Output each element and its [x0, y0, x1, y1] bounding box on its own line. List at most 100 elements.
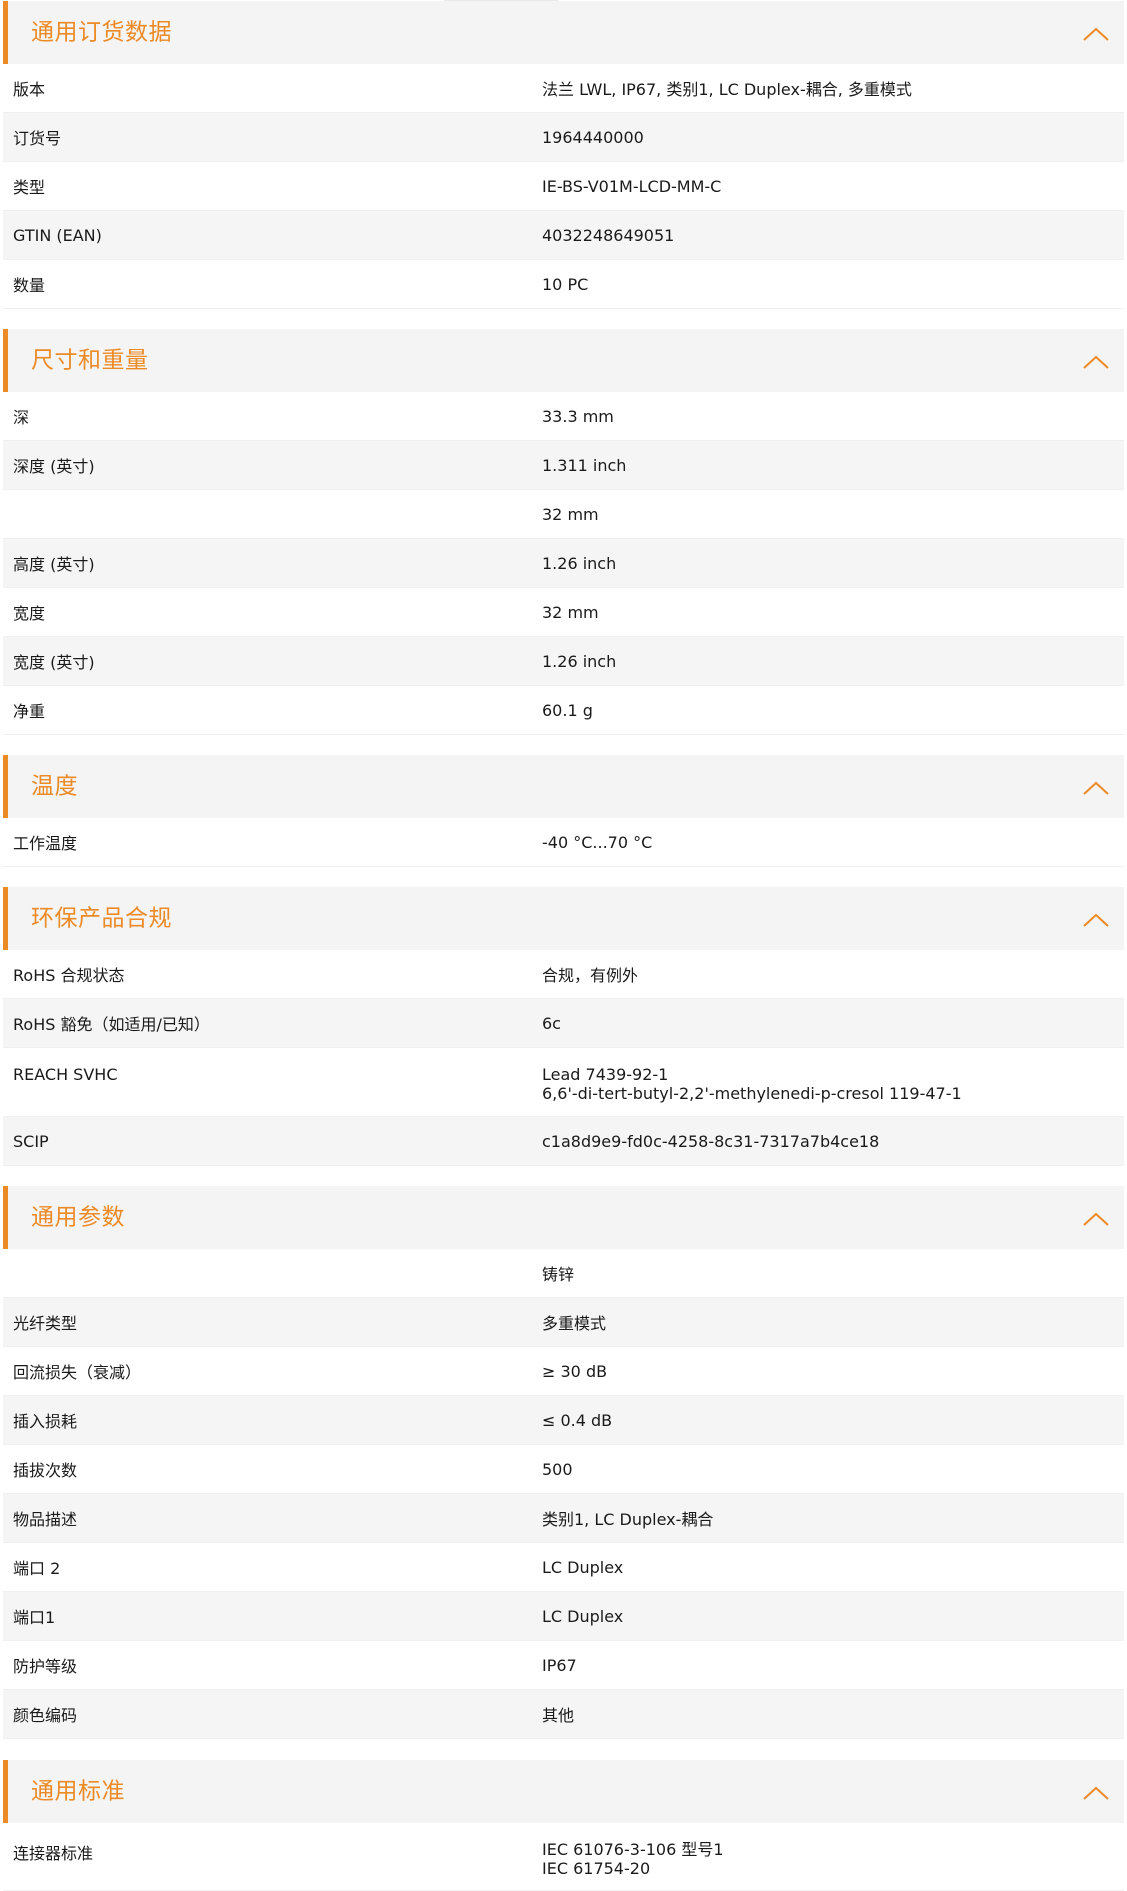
spec-row: 物品描述 类别1, LC Duplex-耦合	[3, 1494, 1124, 1543]
section-title: 环保产品合规	[31, 905, 172, 931]
spec-value: LC Duplex	[542, 1607, 1124, 1626]
spec-section: 尺寸和重量深 33.3 mm 深度 (英寸) 1.311 inch 32 mm 高度 (英…	[3, 329, 1124, 735]
chevron-up-icon[interactable]	[1082, 780, 1110, 798]
spec-value-line: 法兰 LWL, IP67, 类别1, LC Duplex-耦合, 多重模式	[542, 80, 912, 99]
section-rows: RoHS 合规状态 合规，有例外 RoHS 豁免（如适用/已知） 6c REACH SV…	[3, 950, 1124, 1166]
spec-label: 宽度 (英寸)	[13, 653, 95, 672]
section-title: 温度	[31, 773, 78, 799]
section-header[interactable]: 环保产品合规	[3, 887, 1124, 950]
chevron-up-icon[interactable]	[1082, 1785, 1110, 1803]
spec-row: 宽度 32 mm	[3, 588, 1124, 637]
spec-label: 颜色编码	[13, 1706, 78, 1725]
spec-row: 工作温度 -40 °C...70 °C	[3, 818, 1124, 867]
spec-value-line: IEC 61076-3-106 型号1	[542, 1840, 724, 1859]
spec-value-line: 1.26 inch	[542, 553, 617, 573]
spec-label: RoHS 豁免（如适用/已知）	[13, 1015, 210, 1034]
spec-label: 插入损耗	[13, 1412, 78, 1431]
spec-label: 净重	[13, 702, 46, 721]
spec-section: 通用订货数据版本 法兰 LWL, IP67, 类别1, LC Duplex-耦合,…	[3, 1, 1124, 309]
spec-label: SCIP	[13, 1131, 49, 1151]
spec-value: IE-BS-V01M-LCD-MM-C	[542, 177, 1124, 196]
section-rows: 工作温度 -40 °C...70 °C	[3, 818, 1124, 867]
spec-value: 类别1, LC Duplex-耦合	[542, 1506, 1124, 1530]
spec-value-line: LC Duplex	[542, 1557, 624, 1577]
spec-value: 法兰 LWL, IP67, 类别1, LC Duplex-耦合, 多重模式	[542, 76, 1124, 100]
section-header[interactable]: 温度	[3, 755, 1124, 818]
spec-label: 光纤类型	[13, 1314, 78, 1333]
spec-value: 32 mm	[542, 505, 1124, 524]
spec-row: GTIN (EAN) 4032248649051	[3, 211, 1124, 260]
spec-value: 铸锌	[542, 1261, 1124, 1285]
spec-value: 1.26 inch	[542, 652, 1124, 671]
spec-label: 防护等级	[13, 1657, 78, 1676]
spec-label: 连接器标准	[13, 1844, 94, 1863]
spec-row: 防护等级 IP67	[3, 1641, 1124, 1690]
spec-section: 通用参数铸锌光纤类型 多重模式回流损失（衰减） ≥ 30 dB 插入损耗 ≤ 0.4 d…	[3, 1186, 1124, 1739]
section-header[interactable]: 尺寸和重量	[3, 329, 1124, 392]
section-rows: 连接器标准 IEC 61076-3-106 型号1 IEC 61754-20	[3, 1823, 1124, 1891]
section-title: 通用标准	[31, 1778, 125, 1804]
spec-value-line: ≥ 30 dB	[542, 1361, 608, 1381]
spec-value-line: 33.3 mm	[542, 406, 614, 426]
spec-label: 订货号	[13, 129, 62, 148]
spec-value-line: 1.311 inch	[542, 455, 627, 475]
spec-value-line: ≤ 0.4 dB	[542, 1410, 613, 1430]
spec-row: 32 mm	[3, 490, 1124, 539]
spec-value-line: Lead 7439-92-1	[542, 1065, 669, 1084]
spec-value: 1.26 inch	[542, 554, 1124, 573]
spec-value-line: 32 mm	[542, 602, 599, 622]
spec-row: SCIP c1a8d9e9-fd0c-4258-8c31-7317a7b4ce18	[3, 1117, 1124, 1166]
spec-value-line: 其他	[542, 1706, 575, 1725]
spec-value-line: 类别1, LC Duplex-耦合	[542, 1510, 714, 1529]
spec-label: 深度 (英寸)	[13, 457, 95, 476]
spec-value: 32 mm	[542, 603, 1124, 622]
spec-value: 多重模式	[542, 1310, 1124, 1334]
spec-label: 宽度	[13, 604, 46, 623]
spec-row: 净重 60.1 g	[3, 686, 1124, 735]
spec-label: REACH SVHC	[13, 1065, 118, 1084]
spec-label: GTIN (EAN)	[13, 225, 102, 245]
spec-label: 端口 2	[13, 1559, 61, 1578]
spec-row: 宽度 (英寸) 1.26 inch	[3, 637, 1124, 686]
chevron-up-icon[interactable]	[1082, 354, 1110, 372]
spec-label: 类型	[13, 178, 46, 197]
spec-label: 回流损失（衰减）	[13, 1363, 142, 1382]
spec-row: 端口 2 LC Duplex	[3, 1543, 1124, 1592]
spec-row: 订货号 1964440000	[3, 113, 1124, 162]
spec-label: 插拔次数	[13, 1461, 78, 1480]
spec-section: 环保产品合规 RoHS 合规状态 合规，有例外 RoHS 豁免（如适用/已知） 6c RE…	[3, 887, 1124, 1166]
chevron-up-icon[interactable]	[1082, 1211, 1110, 1229]
spec-value: Lead 7439-92-1 6,6'-di-tert-butyl-2,2'-me…	[542, 1048, 1124, 1116]
spec-value-line: IEC 61754-20	[542, 1859, 651, 1878]
spec-value: 合规，有例外	[542, 962, 1124, 986]
spec-section: 温度工作温度 -40 °C...70 °C	[3, 755, 1124, 867]
section-rows: 版本 法兰 LWL, IP67, 类别1, LC Duplex-耦合, 多重模式订…	[3, 64, 1124, 309]
spec-row: 版本 法兰 LWL, IP67, 类别1, LC Duplex-耦合, 多重模式	[3, 64, 1124, 113]
section-header[interactable]: 通用订货数据	[3, 1, 1124, 64]
spec-value-line: 合规，有例外	[542, 966, 639, 985]
spec-value: 6c	[542, 1014, 1124, 1033]
section-header[interactable]: 通用标准	[3, 1760, 1124, 1823]
spec-row: RoHS 豁免（如适用/已知） 6c	[3, 999, 1124, 1048]
spec-label: 深	[13, 408, 30, 427]
spec-label: 高度 (英寸)	[13, 555, 95, 574]
chevron-up-icon[interactable]	[1082, 26, 1110, 44]
spec-value: ≤ 0.4 dB	[542, 1411, 1124, 1430]
spec-value-line: 32 mm	[542, 504, 599, 524]
spec-value-line: 4032248649051	[542, 225, 675, 245]
spec-row: 数量 10 PC	[3, 260, 1124, 309]
section-title: 通用订货数据	[31, 19, 172, 45]
spec-label: 版本	[13, 80, 46, 99]
section-title: 通用参数	[31, 1204, 125, 1230]
spec-value-line: 铸锌	[542, 1265, 575, 1284]
spec-value: IEC 61076-3-106 型号1 IEC 61754-20	[542, 1823, 1124, 1891]
spec-row: 插拔次数 500	[3, 1445, 1124, 1494]
spec-value: c1a8d9e9-fd0c-4258-8c31-7317a7b4ce18	[542, 1132, 1124, 1151]
chevron-up-icon[interactable]	[1082, 912, 1110, 930]
spec-value-line: -40 °C...70 °C	[542, 832, 653, 852]
spec-value-line: 6,6'-di-tert-butyl-2,2'-methylenedi-p-cr…	[542, 1084, 962, 1103]
section-header[interactable]: 通用参数	[3, 1186, 1124, 1249]
spec-row: 类型 IE-BS-V01M-LCD-MM-C	[3, 162, 1124, 211]
spec-row: 深 33.3 mm	[3, 392, 1124, 441]
spec-value-line: LC Duplex	[542, 1606, 624, 1626]
